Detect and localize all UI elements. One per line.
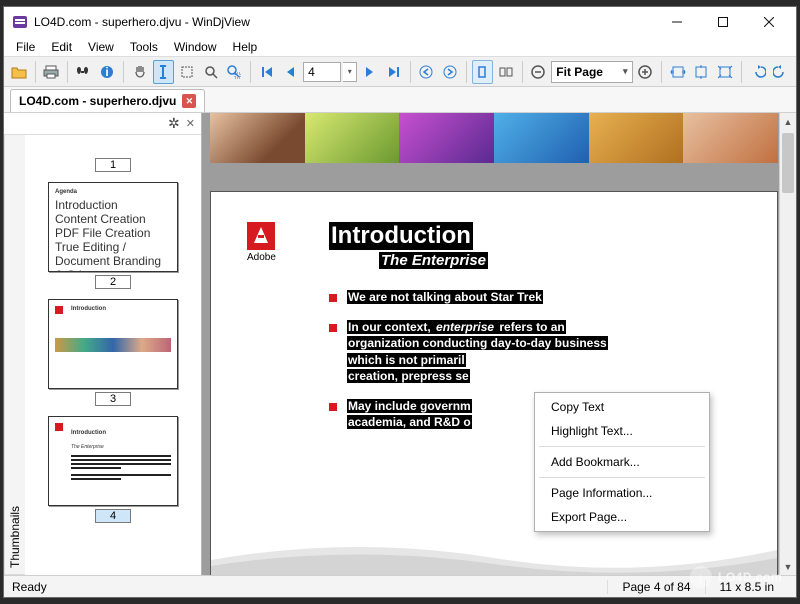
thumbnails-panel: ✲ ✕ Thumbnails 1 Agenda Introduction bbox=[4, 113, 202, 575]
fit-width-button[interactable] bbox=[667, 60, 689, 84]
prev-page-button[interactable] bbox=[280, 60, 302, 84]
rotate-left-button[interactable] bbox=[747, 60, 769, 84]
thumbnail[interactable]: Agenda Introduction Content Creation PDF… bbox=[48, 182, 178, 289]
page-dropdown[interactable]: ▾ bbox=[343, 62, 357, 82]
scroll-down-icon[interactable]: ▼ bbox=[780, 558, 796, 575]
last-page-button[interactable] bbox=[383, 60, 405, 84]
window-title: LO4D.com - superhero.djvu - WinDjView bbox=[34, 15, 654, 29]
page-input[interactable] bbox=[303, 62, 341, 82]
print-button[interactable] bbox=[40, 60, 62, 84]
nav-back-button[interactable] bbox=[416, 60, 438, 84]
menu-help[interactable]: Help bbox=[225, 38, 266, 56]
scroll-thumb[interactable] bbox=[782, 133, 794, 193]
ctx-separator bbox=[539, 446, 705, 447]
ctx-separator bbox=[539, 477, 705, 478]
layout-single-button[interactable] bbox=[472, 60, 494, 84]
svg-text:i: i bbox=[106, 65, 109, 79]
status-bar: Ready Page 4 of 84 11 x 8.5 in bbox=[4, 575, 796, 597]
subheading[interactable]: The Enterprise bbox=[379, 252, 488, 269]
vertical-scrollbar[interactable]: ▲ ▼ bbox=[779, 113, 796, 575]
heading[interactable]: Introduction bbox=[329, 222, 473, 250]
thumbnail[interactable]: 1 bbox=[48, 143, 178, 172]
tab-label: LO4D.com - superhero.djvu bbox=[19, 94, 176, 108]
zoom-out-button[interactable] bbox=[528, 60, 550, 84]
watermark: ↓ LO4D.com bbox=[690, 566, 782, 588]
maximize-button[interactable] bbox=[700, 7, 746, 37]
panel-settings-icon[interactable]: ✲ bbox=[168, 115, 180, 132]
panel-title[interactable]: Thumbnails bbox=[4, 135, 25, 575]
first-page-button[interactable] bbox=[256, 60, 278, 84]
banner-image bbox=[210, 113, 778, 163]
title-bar: LO4D.com - superhero.djvu - WinDjView bbox=[4, 7, 796, 37]
menu-bar: File Edit View Tools Window Help bbox=[4, 37, 796, 57]
nav-fwd-button[interactable] bbox=[439, 60, 461, 84]
thumbnail[interactable]: Introduction The Enterprise 4 bbox=[48, 416, 178, 523]
zoom-in-button[interactable] bbox=[635, 60, 657, 84]
zoom-rect-tool[interactable] bbox=[223, 60, 245, 84]
document-tab[interactable]: LO4D.com - superhero.djvu bbox=[10, 89, 205, 112]
zoom-combo[interactable]: Fit Page bbox=[551, 61, 632, 83]
menu-tools[interactable]: Tools bbox=[122, 38, 166, 56]
menu-window[interactable]: Window bbox=[166, 38, 225, 56]
ctx-highlight-text[interactable]: Highlight Text... bbox=[537, 419, 707, 443]
open-button[interactable] bbox=[8, 60, 30, 84]
info-button[interactable]: i bbox=[97, 60, 119, 84]
minimize-button[interactable] bbox=[654, 7, 700, 37]
toolbar: i ▾ Fit Page bbox=[4, 57, 796, 87]
layout-facing-button[interactable] bbox=[495, 60, 517, 84]
thumbnail[interactable]: Introduction 3 bbox=[48, 299, 178, 406]
context-menu: Copy Text Highlight Text... Add Bookmark… bbox=[534, 392, 710, 532]
rotate-right-button[interactable] bbox=[770, 60, 792, 84]
close-button[interactable] bbox=[746, 7, 792, 37]
bullet[interactable]: In our context, enterprise refers to an … bbox=[329, 319, 741, 384]
ctx-copy-text[interactable]: Copy Text bbox=[537, 395, 707, 419]
menu-view[interactable]: View bbox=[80, 38, 122, 56]
fit-height-button[interactable] bbox=[691, 60, 713, 84]
app-icon bbox=[12, 14, 28, 30]
menu-file[interactable]: File bbox=[8, 38, 43, 56]
thumbnails-list[interactable]: 1 Agenda Introduction Content Creation P… bbox=[25, 135, 201, 575]
adobe-logo: Adobe bbox=[247, 222, 276, 263]
next-page-button[interactable] bbox=[359, 60, 381, 84]
status-ready: Ready bbox=[12, 580, 607, 594]
marquee-tool[interactable] bbox=[176, 60, 198, 84]
find-button[interactable] bbox=[73, 60, 95, 84]
bullet[interactable]: We are not talking about Star Trek bbox=[329, 289, 741, 305]
menu-edit[interactable]: Edit bbox=[43, 38, 80, 56]
watermark-icon: ↓ bbox=[690, 566, 712, 588]
panel-close-icon[interactable]: ✕ bbox=[186, 117, 195, 130]
fit-page-button[interactable] bbox=[714, 60, 736, 84]
pan-tool[interactable] bbox=[129, 60, 151, 84]
tab-close-icon[interactable] bbox=[182, 94, 196, 108]
ctx-page-information[interactable]: Page Information... bbox=[537, 481, 707, 505]
tab-strip: LO4D.com - superhero.djvu bbox=[4, 87, 796, 113]
magnify-tool[interactable] bbox=[200, 60, 222, 84]
ctx-export-page[interactable]: Export Page... bbox=[537, 505, 707, 529]
select-tool[interactable] bbox=[153, 60, 175, 84]
scroll-up-icon[interactable]: ▲ bbox=[780, 113, 796, 130]
ctx-add-bookmark[interactable]: Add Bookmark... bbox=[537, 450, 707, 474]
